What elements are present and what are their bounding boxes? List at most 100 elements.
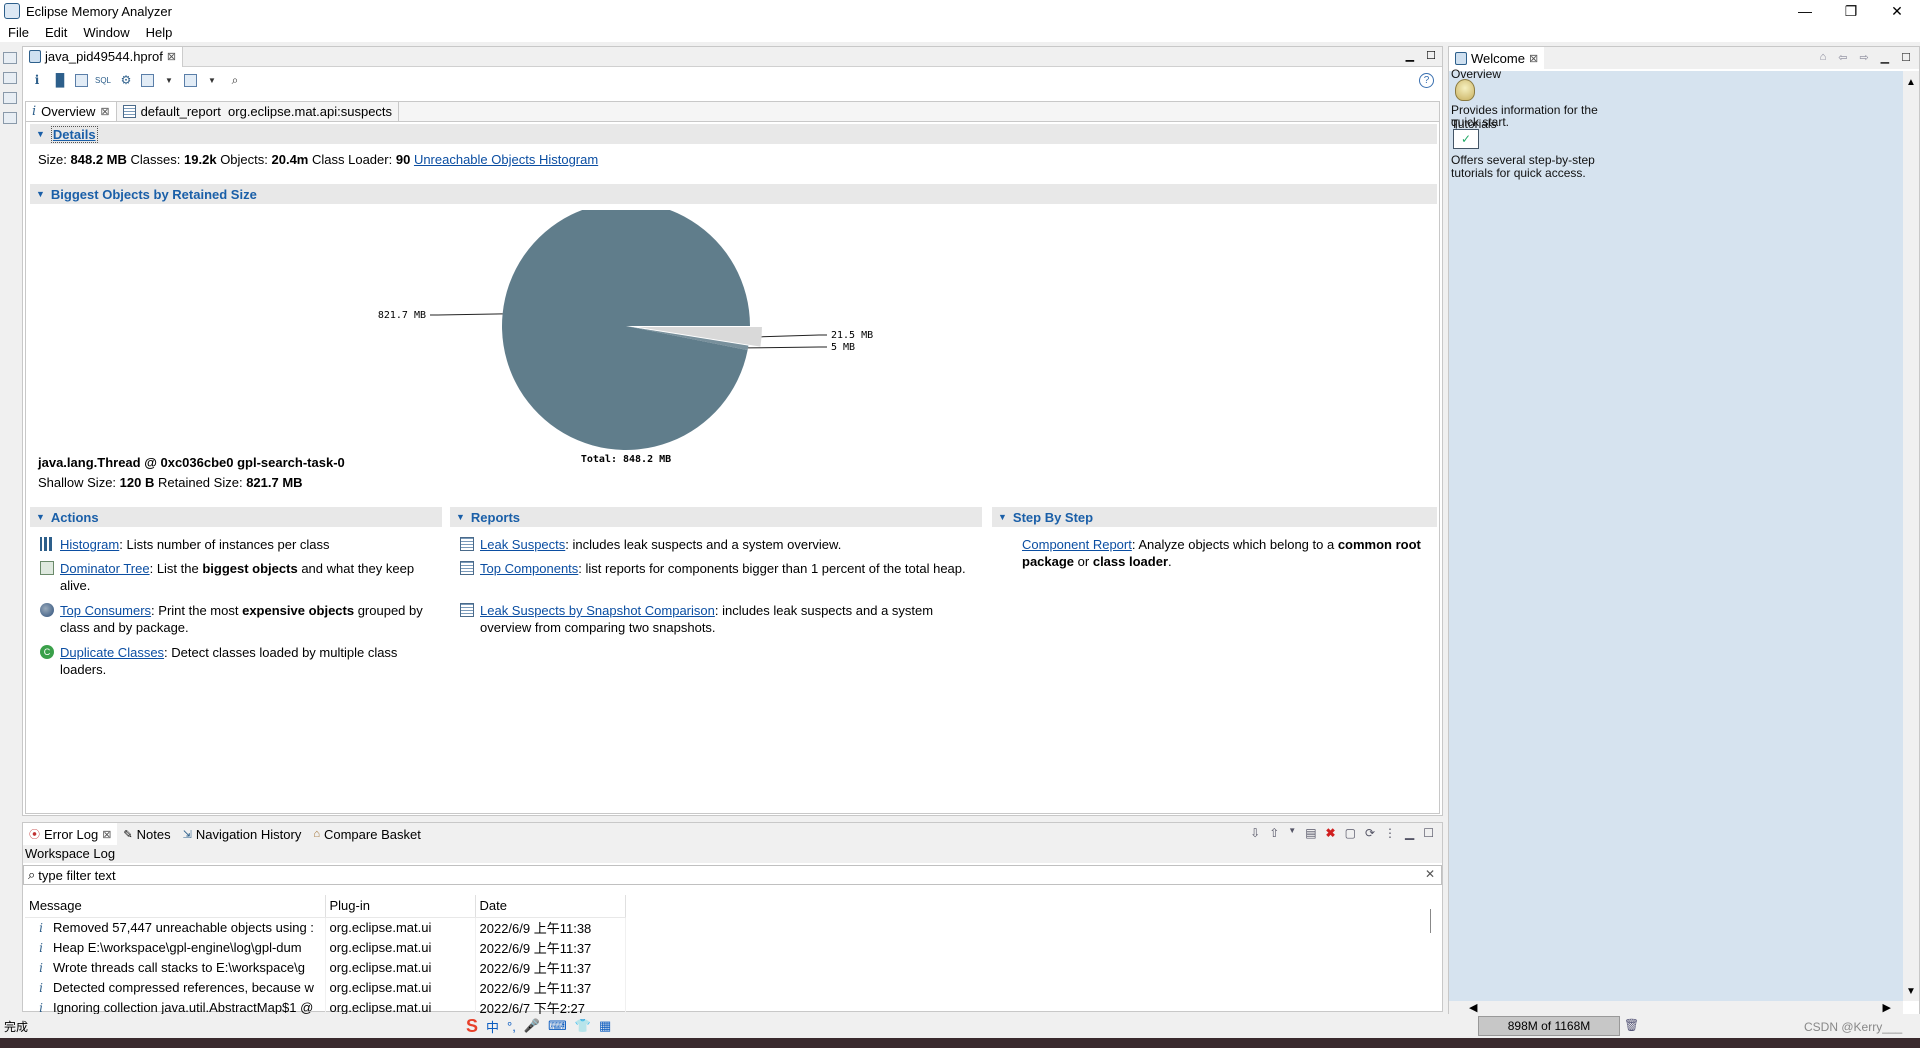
dominator-tree-link[interactable]: Dominator Tree [60,561,150,576]
heap-dump-history-icon[interactable] [3,112,17,124]
reports-section-header[interactable]: ▼ Reports [450,507,982,527]
close-tab-icon[interactable]: ⊠ [102,828,111,841]
home-icon[interactable]: ⌂ [1820,51,1827,64]
search-icon[interactable]: ⌕ [227,72,243,88]
view-menu-icon[interactable]: ⋮ [1384,826,1396,840]
forward-icon[interactable]: ⇨ [1859,51,1868,64]
tutorials-icon[interactable]: ✓ [1453,129,1479,149]
close-tab-icon[interactable]: ⊠ [1529,52,1538,65]
tab-error-log[interactable]: ⦿ Error Log ⊠ [23,823,118,845]
report-icon [460,603,474,617]
unreachable-objects-link[interactable]: Unreachable Objects Histogram [414,152,598,167]
info-icon: i [32,104,37,119]
actions-section-header[interactable]: ▼ Actions [30,507,442,527]
histogram-icon[interactable]: ▐▌ [52,72,69,88]
tab-overview[interactable]: i Overview ⊠ [26,102,117,121]
component-report-link[interactable]: Component Report [1022,537,1132,552]
histogram-link[interactable]: Histogram [60,537,119,552]
close-tab-icon[interactable]: ⊠ [167,50,176,63]
table-row[interactable]: i Detected compressed references, because… [25,977,626,997]
details-section-header[interactable]: ▼ Details [30,124,1437,144]
dropdown-arrow-icon[interactable]: ▼ [1288,826,1296,840]
maximize-icon[interactable]: ☐ [1426,49,1436,62]
tab-welcome[interactable]: Welcome ⊠ [1449,47,1545,69]
step-by-step-section-header[interactable]: ▼ Step By Step [992,507,1437,527]
pie-total-label: Total: 848.2 MB [581,454,671,465]
garbage-collect-icon[interactable]: 🗑 [1624,1018,1639,1032]
inspector-icon[interactable] [3,72,17,84]
tab-compare-basket[interactable]: ⌂ Compare Basket [307,827,426,842]
leak-suspects-link[interactable]: Leak Suspects [480,537,565,552]
top-consumers-link[interactable]: Top Consumers [60,603,151,618]
welcome-vertical-scrollbar[interactable]: ▲ ▼ [1903,71,1919,1001]
restore-view-icon[interactable] [3,92,17,104]
ime-toolbox-icon[interactable]: ▦ [599,1018,611,1034]
ime-skin-icon[interactable]: 👕 [575,1018,591,1034]
scroll-up-icon[interactable]: ▲ [1903,77,1919,88]
close-tab-icon[interactable]: ⊠ [100,105,109,118]
open-log-icon[interactable]: ▢ [1345,826,1356,840]
minimize-icon[interactable]: ▁ [1881,51,1889,64]
restore-log-icon[interactable]: ⟳ [1365,826,1375,840]
editor-tab-hprof[interactable]: java_pid49544.hprof ⊠ [23,46,184,67]
tab-default-report[interactable]: default_report org.eclipse.mat.api:suspe… [117,102,400,121]
table-row[interactable]: i Heap E:\workspace\gpl-engine\log\gpl-du… [25,937,626,957]
ime-chinese-mode[interactable]: 中 [486,1017,499,1036]
minimize-icon[interactable]: ▁ [1406,49,1414,62]
table-row[interactable]: i Removed 57,447 unreachable objects usin… [25,917,626,937]
retained-size-pie-chart[interactable]: 21.5 MB5 MB 821.7 MB Total: 848.2 MB [226,210,1226,470]
error-log-icon: ⦿ [29,829,40,841]
dropdown-arrow-icon[interactable]: ▼ [161,72,177,88]
restore-button[interactable]: ❐ [1828,0,1874,22]
scroll-left-icon[interactable]: ◀ [1469,1001,1477,1014]
info-icon: i [39,940,43,955]
column-message[interactable]: Message [25,895,326,918]
report-snapshot-comparison: Leak Suspects by Snapshot Comparison: in… [460,602,980,638]
minimize-button[interactable]: — [1782,0,1828,22]
column-date[interactable]: Date [475,895,626,918]
tab-notes[interactable]: ✎ Notes [117,827,176,842]
menu-edit[interactable]: Edit [37,25,75,40]
tab-navigation-history[interactable]: ⇲ Navigation History [177,827,308,842]
scroll-right-icon[interactable]: ▶ [1883,1001,1891,1014]
info-icon[interactable]: i [29,72,45,88]
overview-title[interactable]: Overview [1451,67,1501,81]
oql-icon[interactable]: SQL [95,72,111,88]
ime-punctuation[interactable]: °, [507,1019,516,1034]
query-browser-icon[interactable] [184,73,197,87]
dominator-tree-icon[interactable] [75,73,88,87]
maximize-icon[interactable]: ☐ [1423,826,1434,840]
watermark: CSDN @Kerry___ [1804,1020,1903,1034]
minimize-icon[interactable]: ▁ [1405,826,1414,840]
duplicate-classes-link[interactable]: Duplicate Classes [60,645,164,660]
ime-voice-icon[interactable]: 🎤 [524,1018,540,1034]
sogou-icon[interactable]: S [466,1016,478,1037]
scroll-down-icon[interactable]: ▼ [1903,986,1919,997]
help-icon[interactable]: ? [1419,73,1434,88]
lightbulb-icon[interactable] [1455,79,1475,101]
restore-perspective-icon[interactable] [3,52,17,64]
import-log-icon[interactable]: ⇧ [1269,826,1279,840]
menu-file[interactable]: File [0,25,37,40]
threads-icon[interactable]: ⚙ [118,72,134,88]
biggest-objects-section-header[interactable]: ▼ Biggest Objects by Retained Size [30,184,1437,204]
clear-filter-icon[interactable]: ✕ [1425,867,1435,881]
log-filter-input[interactable]: ⌕ type filter text ✕ [23,865,1442,885]
snapshot-comparison-link[interactable]: Leak Suspects by Snapshot Comparison [480,603,715,618]
run-report-icon[interactable] [141,73,154,87]
menu-help[interactable]: Help [138,25,181,40]
export-log-icon[interactable]: ⇩ [1250,826,1260,840]
dropdown-arrow-icon[interactable]: ▼ [204,72,220,88]
menu-window[interactable]: Window [75,25,137,40]
clear-log-icon[interactable]: ▤ [1305,826,1316,840]
close-button[interactable]: ✕ [1874,0,1920,22]
back-icon[interactable]: ⇦ [1838,51,1847,64]
top-components-link[interactable]: Top Components [480,561,578,576]
maximize-icon[interactable]: ☐ [1901,51,1911,64]
delete-log-icon[interactable]: ✖ [1326,826,1336,840]
ime-keyboard-icon[interactable]: ⌨ [548,1018,567,1034]
column-plugin[interactable]: Plug-in [325,895,476,918]
welcome-horizontal-scrollbar[interactable]: ◀ ▶ [1449,1001,1903,1015]
table-row[interactable]: i Wrote threads call stacks to E:\workspa… [25,957,626,977]
log-scrollbar[interactable] [1430,909,1436,933]
